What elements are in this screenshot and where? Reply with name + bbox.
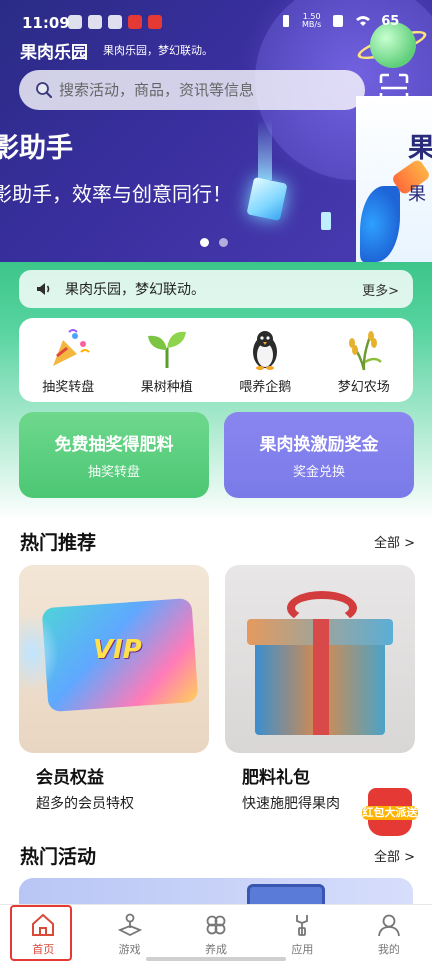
net-speed-unit: MB/s: [302, 20, 322, 29]
pagination-dot-active[interactable]: [200, 238, 209, 247]
banner-light-beam: [258, 120, 272, 180]
hot-activity-title: 热门活动: [20, 846, 97, 868]
search-icon: [36, 82, 53, 99]
quick-entry-label: 喂养企鹅: [239, 379, 292, 395]
speaker-icon: [37, 283, 50, 295]
notice-more-link[interactable]: 更多>: [362, 280, 399, 299]
battery-level: 65: [381, 13, 400, 29]
app-slogan: 果肉乐园，梦幻联动。: [103, 44, 213, 57]
tab-label: 我的: [377, 943, 400, 956]
quick-entry-dream-farm[interactable]: 梦幻农场: [319, 326, 409, 395]
app-brand: 果肉乐园: [20, 43, 88, 63]
clover-icon: [206, 915, 226, 935]
status-time: 11:09: [22, 14, 70, 32]
penguin-icon: [253, 330, 278, 370]
vibrate-icon: [283, 15, 289, 27]
pagination-dot[interactable]: [219, 238, 228, 247]
product-name: 会员权益: [36, 768, 104, 788]
vip-card-image: VIP: [19, 565, 209, 753]
quick-entry-label: 梦幻农场: [337, 379, 390, 395]
party-popper-icon: [53, 328, 90, 366]
net-speed: 1.50 MB/s: [302, 13, 321, 29]
banner-ice-cube: [246, 176, 288, 222]
search-bar[interactable]: [19, 70, 365, 110]
banner-subtitle: 影助手，效率与创意同行！: [0, 182, 232, 206]
red-packet-label: 红包大派送: [362, 806, 418, 820]
home-indicator[interactable]: [146, 957, 286, 961]
next-banner-subtitle: 果: [408, 184, 426, 205]
next-banner-title: 果: [408, 133, 432, 164]
hot-activity-more[interactable]: 全部 >: [374, 846, 415, 865]
promo-title: 果肉换激励奖金: [259, 435, 379, 455]
quick-entry-label: 果树种植: [140, 379, 193, 395]
status-right: 1.50 MB/s 65: [280, 13, 399, 29]
red-packet-float-button[interactable]: 红包大派送: [362, 784, 418, 842]
gift-card-image: [225, 565, 415, 753]
promo-subtitle: 抽奖转盘: [87, 465, 140, 480]
wrench-icon: [296, 915, 309, 936]
rice-icon: [348, 330, 382, 370]
mail-icon: [68, 15, 82, 29]
promo-subtitle: 奖金兑换: [292, 465, 345, 480]
hot-recommend-title: 热门推荐: [20, 532, 97, 554]
app-notification-icon: [108, 15, 122, 29]
tab-games[interactable]: 游戏: [86, 905, 172, 964]
gift-ribbon: [313, 619, 329, 735]
quick-entry-lottery[interactable]: 抽奖转盘: [23, 326, 113, 395]
product-card-vip[interactable]: VIP 会员权益 超多的会员特权: [19, 565, 209, 815]
active-tab-highlight: [10, 905, 72, 961]
scan-icon[interactable]: [378, 72, 410, 104]
notice-bar[interactable]: 果肉乐园，梦幻联动。 更多>: [19, 270, 413, 308]
joystick-icon: [117, 913, 142, 937]
fairy-illustration: [19, 613, 59, 693]
alert-app-icon-2: [148, 15, 162, 29]
banner-pagination: [200, 238, 228, 247]
product-card-fertilizer[interactable]: 肥料礼包 快速施肥得果肉: [225, 565, 415, 815]
tab-mine[interactable]: 我的: [346, 905, 432, 964]
notice-text: 果肉乐园，梦幻联动。: [65, 282, 205, 298]
quick-entry-feed-penguin[interactable]: 喂养企鹅: [220, 326, 310, 395]
user-icon: [377, 914, 400, 937]
quick-entry-label: 抽奖转盘: [42, 379, 95, 395]
tab-nurture[interactable]: 养成: [173, 905, 259, 964]
status-bar: 11:09 1.50 MB/s 65: [0, 0, 432, 34]
chat-icon: [88, 15, 102, 29]
tab-label: 养成: [205, 943, 228, 956]
seedling-icon: [147, 331, 186, 368]
vip-badge: VIP: [93, 635, 142, 665]
quick-entry-grid: 抽奖转盘 果树种植 喂养企鹅 梦幻农场: [19, 318, 413, 402]
sim-icon: [333, 15, 344, 27]
quick-entry-fruit-tree[interactable]: 果树种植: [122, 326, 212, 395]
search-input[interactable]: [59, 81, 339, 99]
alert-app-icon: [128, 15, 142, 29]
product-desc: 超多的会员特权: [36, 796, 134, 812]
tab-apps[interactable]: 应用: [259, 905, 345, 964]
banner-small-cube: [321, 212, 331, 230]
gift-bow: [287, 591, 357, 625]
promo-free-lottery[interactable]: 免费抽奖得肥料 抽奖转盘: [19, 412, 209, 498]
notification-icons: [68, 15, 162, 29]
wifi-icon: [356, 16, 371, 26]
tab-label: 游戏: [118, 943, 141, 956]
promo-bonus-exchange[interactable]: 果肉换激励奖金 奖金兑换: [224, 412, 414, 498]
banner-title: 影助手: [0, 133, 73, 164]
app-root: 影助手 影助手，效率与创意同行！ 果 果 11:09 1.50 MB/s 65: [0, 0, 432, 964]
promo-title: 免费抽奖得肥料: [54, 435, 174, 455]
tab-label: 应用: [291, 943, 314, 956]
hot-recommend-more[interactable]: 全部 >: [374, 532, 415, 551]
